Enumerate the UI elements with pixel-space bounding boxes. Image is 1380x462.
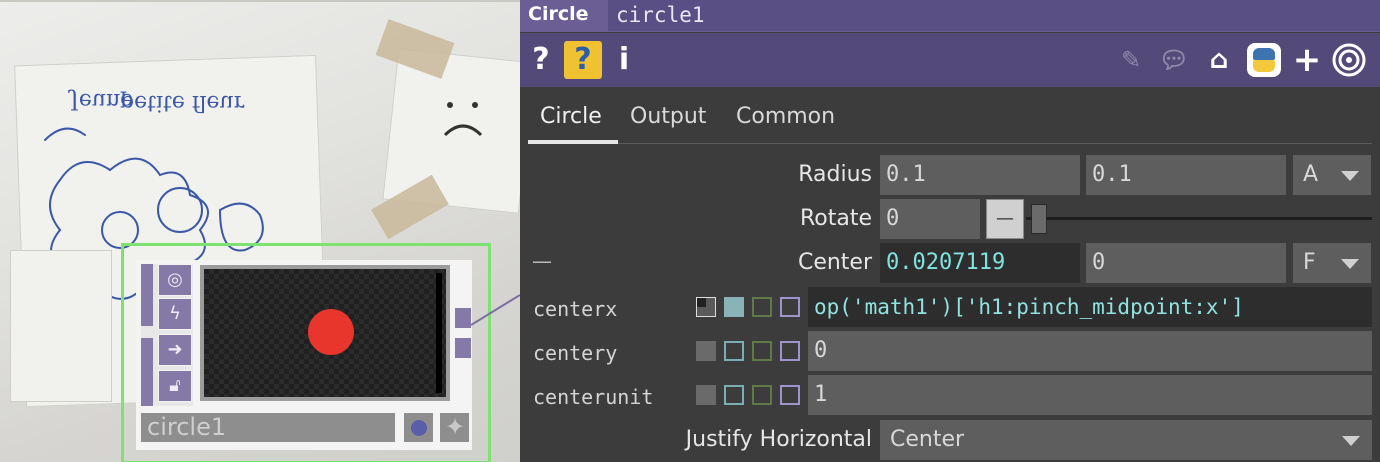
rotate-label: Rotate — [799, 206, 872, 231]
python-logo-top — [1253, 48, 1275, 60]
display-flag-icon — [411, 420, 427, 436]
center-unit-value: F — [1303, 250, 1316, 275]
plus-icon[interactable]: + — [1292, 41, 1322, 79]
mode-export-icon[interactable] — [752, 341, 772, 361]
center-y-field[interactable]: 0 — [1086, 243, 1286, 283]
python-help-icon[interactable]: ? — [564, 41, 602, 79]
arrow-right-icon[interactable]: ➜ — [158, 334, 192, 366]
output-connector[interactable] — [455, 338, 471, 358]
rotate-slider-handle[interactable] — [1031, 204, 1047, 234]
output-connector[interactable] — [455, 308, 471, 328]
target-icon-glyph — [1332, 43, 1366, 77]
center-label: Center — [797, 250, 872, 275]
input-connector[interactable] — [141, 338, 153, 406]
mode-expression-icon[interactable] — [724, 341, 744, 361]
plus-icon: ✦ — [445, 413, 466, 441]
python-icon[interactable] — [1247, 43, 1281, 77]
centerunit-field[interactable]: 1 — [808, 375, 1372, 415]
centerx-expression-field[interactable]: op('math1')['h1:pinch_midpoint:x'] — [808, 287, 1372, 327]
node-render-flag[interactable]: ✦ — [438, 411, 471, 444]
radius-unit-menu[interactable]: A — [1293, 155, 1371, 195]
node-name-label[interactable]: circle1 — [139, 411, 397, 444]
cook-icon[interactable]: ϟ — [158, 298, 192, 330]
wall-seam — [0, 0, 520, 2]
clipboard-icon[interactable]: ⌂ — [1202, 41, 1236, 79]
mode-bind-icon[interactable] — [780, 341, 800, 361]
center-x-field[interactable]: 0.0207119 — [880, 243, 1080, 283]
doodle-text: petite fleur — [120, 90, 245, 115]
mode-constant-mark — [697, 298, 706, 307]
mode-constant-icon[interactable] — [696, 385, 716, 405]
mode-export-icon[interactable] — [752, 385, 772, 405]
chevron-down-icon — [1341, 171, 1359, 181]
radius-y-field[interactable]: 0.1 — [1086, 155, 1286, 195]
mode-constant-icon[interactable] — [696, 341, 716, 361]
panel-toolbar: ? ? i ✎ 💬︎ ⌂ + — [520, 33, 1380, 87]
comment-icon[interactable]: 💬︎ — [1156, 41, 1192, 79]
info-icon[interactable]: i — [614, 41, 634, 79]
doodle-text: Jeune — [70, 88, 134, 113]
rotate-slider-track[interactable] — [1026, 217, 1372, 220]
python-logo-bottom — [1253, 60, 1275, 72]
mode-bind-icon[interactable] — [780, 385, 800, 405]
network-editor[interactable]: petite fleur Jeune ◎ ϟ ➜ 🔓︎ circle1 ✦ — [0, 0, 520, 462]
justify-horizontal-label: Justify Horizontal — [685, 427, 872, 452]
tab-common[interactable]: Common — [736, 104, 835, 129]
operator-name-field[interactable]: circle1 — [608, 0, 1380, 31]
centerx-label: centerx — [533, 297, 618, 321]
centery-label: centery — [533, 341, 618, 365]
mode-expression-icon[interactable] — [724, 297, 744, 317]
operator-type-label: Circle — [528, 3, 589, 25]
slider-reset-button[interactable]: — — [986, 199, 1024, 239]
node-display-flag[interactable] — [402, 411, 435, 444]
tab-output[interactable]: Output — [630, 104, 706, 129]
connection-wire — [471, 294, 520, 326]
collapse-icon[interactable]: — — [532, 249, 552, 273]
node-viewer — [200, 265, 450, 401]
chevron-down-icon — [1342, 436, 1360, 446]
lock-icon[interactable]: 🔓︎ — [158, 370, 192, 402]
panel-title-bar: Circle circle1 — [520, 0, 1380, 32]
mode-bind-icon[interactable] — [780, 297, 800, 317]
viewer-edge — [436, 273, 442, 393]
mode-expression-icon[interactable] — [724, 385, 744, 405]
sad-face-icon — [443, 102, 483, 137]
input-connector[interactable] — [141, 264, 153, 326]
mode-constant-icon[interactable] — [696, 297, 716, 317]
centerunit-label: centerunit — [533, 385, 654, 409]
justify-horizontal-menu[interactable]: Center — [880, 420, 1372, 460]
paper — [10, 250, 112, 402]
circle-preview — [308, 309, 354, 355]
radius-unit-value: A — [1303, 162, 1319, 187]
radius-label: Radius — [798, 162, 872, 187]
active-tab-underline — [528, 140, 618, 144]
radius-x-field[interactable]: 0.1 — [880, 155, 1080, 195]
target-icon[interactable] — [1332, 43, 1366, 77]
tab-divider — [528, 143, 1372, 144]
mode-export-icon[interactable] — [752, 297, 772, 317]
viewer-icon[interactable]: ◎ — [158, 264, 192, 296]
tab-circle[interactable]: Circle — [540, 104, 602, 129]
centery-field[interactable]: 0 — [808, 331, 1372, 371]
center-unit-menu[interactable]: F — [1293, 243, 1371, 283]
parameter-panel: Circle circle1 ? ? i ✎ 💬︎ ⌂ + Circle Out… — [520, 0, 1380, 462]
rotate-field[interactable]: 0 — [880, 199, 980, 239]
chevron-down-icon — [1341, 259, 1359, 269]
help-icon[interactable]: ? — [528, 41, 554, 79]
justify-horizontal-value: Center — [890, 427, 965, 452]
pencil-icon[interactable]: ✎ — [1116, 41, 1146, 79]
